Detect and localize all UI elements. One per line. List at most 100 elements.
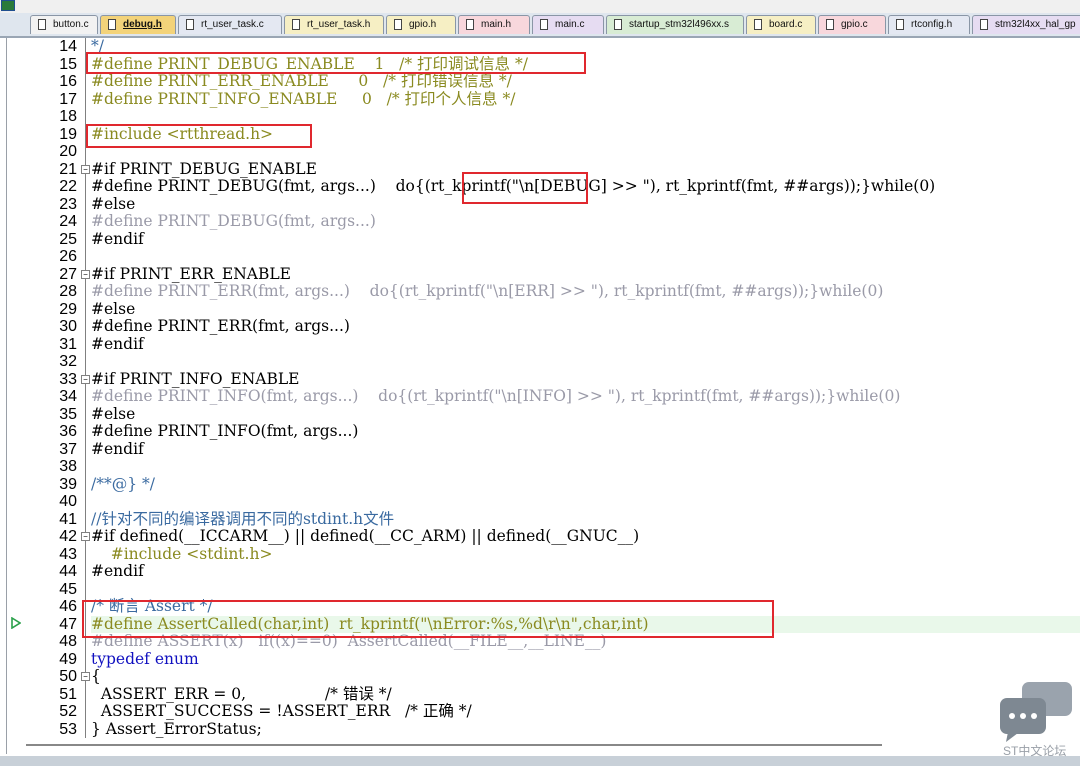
fold-toggle-icon[interactable]: −	[81, 270, 90, 279]
code-line: typedef enum	[91, 649, 199, 668]
file-icon	[466, 19, 474, 30]
tab-stm32-hal-gp[interactable]: stm32l4xx_hal_gp	[972, 15, 1080, 34]
code-line: #include <rtthread.h>	[91, 124, 274, 143]
code-line: #define PRINT_INFO_ENABLE 0 /* 打印个人信息 */	[91, 89, 516, 108]
code-line: #define PRINT_DEBUG_ENABLE 1 /* 打印调试信息 *…	[91, 54, 528, 73]
code-line: #define PRINT_DEBUG(fmt, args...) do{(rt…	[91, 177, 936, 195]
file-icon	[540, 19, 548, 30]
tab-gpio-h[interactable]: gpio.h	[386, 15, 456, 34]
line-number: 39	[59, 475, 77, 493]
line-number: 43	[59, 545, 77, 563]
line-number: 18	[59, 108, 77, 125]
line-number: 44	[59, 563, 77, 580]
code-line: #define AssertCalled(char,int) rt_kprint…	[91, 614, 649, 633]
title-strip	[0, 0, 1080, 13]
file-icon	[614, 19, 622, 30]
fold-toggle-icon[interactable]: −	[81, 375, 90, 384]
line-number: 24	[59, 213, 77, 230]
file-icon	[394, 19, 402, 30]
code-line: #else	[91, 194, 136, 213]
line-number: 25	[59, 230, 77, 248]
line-number: 51	[59, 685, 77, 703]
horizontal-scrollbar[interactable]	[26, 744, 882, 746]
line-number: 41	[59, 510, 77, 528]
file-icon	[292, 19, 300, 30]
code-line: #define PRINT_ERR_ENABLE 0 /* 打印错误信息 */	[91, 72, 512, 90]
code-line: ASSERT_SUCCESS = !ASSERT_ERR /* 正确 */	[91, 702, 472, 720]
code-line: ASSERT_ERR = 0, /* 错误 */	[91, 684, 392, 703]
code-line: #if PRINT_ERR_ENABLE	[91, 264, 291, 283]
line-number	[33, 738, 77, 756]
code-line: #if PRINT_DEBUG_ENABLE	[91, 159, 317, 178]
line-number: 28	[59, 283, 77, 300]
line-number: 46	[59, 598, 77, 615]
file-icon	[826, 19, 834, 30]
line-number: 53	[59, 720, 77, 738]
code-line: #define PRINT_ERR(fmt, args...)	[91, 317, 350, 335]
tab-rtconfig-h[interactable]: rtconfig.h	[888, 15, 970, 34]
file-icon	[108, 19, 116, 30]
line-number: 48	[59, 633, 77, 650]
fold-toggle-icon[interactable]: −	[81, 672, 90, 681]
code-line: #endif	[91, 439, 144, 458]
line-number: 50	[59, 668, 77, 685]
code-line: } Assert_ErrorStatus;	[91, 719, 262, 738]
code-line: #define PRINT_DEBUG(fmt, args...)	[91, 212, 376, 230]
line-number: 19	[59, 125, 77, 143]
code-line: /**@} */	[91, 474, 155, 493]
line-number: 37	[59, 440, 77, 458]
file-icon	[896, 19, 904, 30]
line-number: 21	[59, 160, 77, 178]
file-icon	[186, 19, 194, 30]
app-icon	[1, 0, 15, 11]
line-number: 32	[59, 353, 77, 370]
fold-column: − − − − −	[81, 38, 91, 754]
tab-button-c[interactable]: button.c	[30, 15, 98, 34]
status-strip	[0, 756, 1080, 766]
code-line: #endif	[91, 334, 144, 353]
code-line: #if PRINT_INFO_ENABLE	[91, 369, 300, 388]
line-number: 16	[59, 73, 77, 90]
tab-main-c[interactable]: main.c	[532, 15, 604, 34]
fold-guide	[85, 38, 86, 738]
line-number: 47	[59, 615, 77, 633]
tab-board-c[interactable]: board.c	[746, 15, 816, 34]
line-number: 35	[59, 405, 77, 423]
fold-toggle-icon[interactable]: −	[81, 165, 90, 174]
tab-debug-h[interactable]: debug.h	[100, 15, 176, 34]
code-line: #define PRINT_INFO(fmt, args...) do{(rt_…	[91, 387, 901, 405]
code-area[interactable]: */ #define PRINT_DEBUG_ENABLE 1 /* 打印调试信…	[91, 37, 1080, 754]
tab-gpio-c[interactable]: gpio.c	[818, 15, 886, 34]
line-number: 14	[59, 38, 77, 55]
code-line: #else	[91, 404, 136, 423]
line-number: 15	[59, 55, 77, 73]
line-number: 36	[59, 423, 77, 440]
tab-rt-user-task-c[interactable]: rt_user_task.c	[178, 15, 282, 34]
line-number: 52	[59, 703, 77, 720]
code-line: #define PRINT_ERR(fmt, args...) do{(rt_k…	[91, 282, 884, 300]
code-line: {	[91, 667, 101, 685]
line-number-column: 14 15 16 17 18 19 20 21 22 23 24 25 26 2…	[35, 38, 81, 754]
line-number: 38	[59, 458, 77, 475]
file-icon	[980, 19, 988, 30]
breakpoint-gutter[interactable]	[7, 38, 35, 754]
code-line: //针对不同的编译器调用不同的stdint.h文件	[91, 509, 395, 528]
code-line: */	[91, 37, 104, 55]
file-icon	[38, 19, 46, 30]
fold-toggle-icon[interactable]: −	[81, 532, 90, 541]
line-number: 49	[59, 650, 77, 668]
file-icon	[754, 19, 762, 30]
line-number: 27	[59, 265, 77, 283]
code-line: #define ASSERT(x) if((x)==0) AssertCalle…	[91, 632, 607, 650]
code-line: #include <stdint.h>	[91, 544, 273, 563]
code-editor[interactable]: 14 15 16 17 18 19 20 21 22 23 24 25 26 2…	[6, 37, 1080, 754]
line-number: 20	[59, 143, 77, 160]
tab-startup-s[interactable]: startup_stm32l496xx.s	[606, 15, 744, 34]
line-number: 23	[59, 195, 77, 213]
line-number: 26	[59, 248, 77, 265]
tab-rt-user-task-h[interactable]: rt_user_task.h	[284, 15, 384, 34]
watermark-text: ST中文论坛	[1003, 744, 1067, 758]
line-number: 40	[59, 493, 77, 510]
line-number: 30	[59, 318, 77, 335]
tab-main-h[interactable]: main.h	[458, 15, 530, 34]
